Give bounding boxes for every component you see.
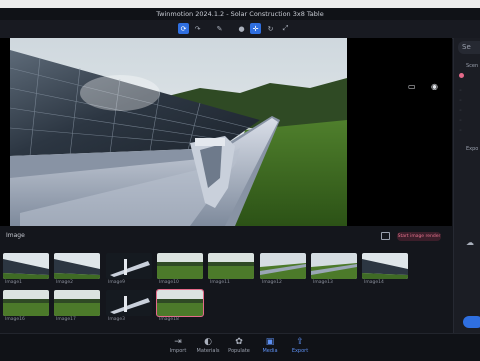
media-thumbnail[interactable] — [311, 253, 357, 279]
media-thumbnail[interactable] — [106, 290, 152, 316]
media-thumbnail[interactable] — [3, 253, 49, 279]
rotate-icon[interactable]: ↻ — [265, 23, 276, 34]
media-section-title: Image — [6, 232, 25, 239]
media-thumbnail[interactable] — [157, 253, 203, 279]
search-input[interactable]: Se — [458, 41, 480, 54]
bottom-nav: ⇥ Import ◐ Materials ✿ Populate ▣ Media ⇪ Exp… — [0, 333, 480, 361]
thumbnail-label: Image9 — [108, 280, 125, 285]
scene-label: Scen — [466, 63, 479, 69]
media-thumbnail[interactable] — [54, 290, 100, 316]
media-thumbnail[interactable] — [106, 253, 152, 279]
eye-icon[interactable]: ◉ — [431, 82, 438, 91]
redo-icon[interactable]: ↷ — [192, 23, 203, 34]
export-button[interactable] — [463, 316, 480, 328]
thumbnail-image — [3, 253, 49, 279]
os-top-strip — [0, 0, 480, 8]
nav-export[interactable]: ⇪ Export — [282, 337, 318, 354]
start-image-render-button[interactable]: Start image render — [397, 232, 441, 241]
media-thumbnail[interactable] — [260, 253, 306, 279]
cloud-icon[interactable]: ☁ — [466, 238, 474, 247]
folder-icon[interactable] — [381, 232, 390, 240]
thumbnail-label: Image14 — [364, 280, 384, 285]
panel-icon[interactable]: ▭ — [408, 82, 416, 91]
export-icon: ⇪ — [296, 337, 304, 347]
thumbnail-label: Image10 — [159, 280, 179, 285]
thumbnail-image — [157, 290, 203, 316]
viewport-area[interactable]: ▭ ◉ — [0, 38, 452, 226]
media-thumbnail[interactable] — [3, 290, 49, 316]
sphere-icon[interactable]: ● — [236, 23, 247, 34]
thumbnail-image — [311, 253, 357, 279]
thumbnail-label: Image18 — [159, 317, 179, 322]
thumbnail-image — [157, 253, 203, 279]
media-thumbnail[interactable] — [54, 253, 100, 279]
thumbnail-label: Image16 — [5, 317, 25, 322]
orbit-icon[interactable]: ⟳ — [178, 23, 189, 34]
move-icon[interactable]: ✛ — [250, 23, 261, 34]
window-title: Twinmotion 2024.1.2 - Solar Construction… — [0, 8, 480, 20]
scale-icon[interactable]: ⤢ — [280, 23, 291, 34]
export-label: Expo — [466, 146, 479, 152]
thumbnail-image — [54, 290, 100, 316]
right-panel: Se Scen ◦ ◦ ◦ ◦ ◦ Expo ☁ — [453, 38, 480, 340]
media-thumbnail[interactable] — [208, 253, 254, 279]
main-toolbar: ⟳ ↷ ✎ ● ✛ ↻ ⤢ — [0, 20, 480, 39]
thumbnail-label: Image13 — [313, 280, 333, 285]
media-thumbnail[interactable] — [362, 253, 408, 279]
scene-tree-icons[interactable]: ◦ ◦ ◦ ◦ ◦ — [459, 86, 462, 136]
thumbnail-image — [362, 253, 408, 279]
thumbnail-label: Image1 — [5, 280, 22, 285]
thumbnail-label: Image17 — [56, 317, 76, 322]
scene-render — [10, 38, 347, 226]
media-thumbnail[interactable] — [156, 289, 204, 317]
pen-icon[interactable]: ✎ — [214, 23, 225, 34]
thumbnail-label: Image11 — [210, 280, 230, 285]
thumbnail-label: Image2 — [56, 280, 73, 285]
thumbnail-image — [54, 253, 100, 279]
media-header: Image Start image render — [0, 228, 452, 244]
thumbnail-image — [3, 290, 49, 316]
thumbnail-image — [106, 290, 152, 316]
scene-item-dot[interactable] — [459, 73, 464, 78]
thumbnail-label: Image12 — [262, 280, 282, 285]
thumbnail-image — [260, 253, 306, 279]
render-viewport[interactable] — [10, 38, 347, 226]
thumbnail-image — [208, 253, 254, 279]
thumbnail-image — [106, 253, 152, 279]
thumbnail-label: Image3 — [108, 317, 125, 322]
